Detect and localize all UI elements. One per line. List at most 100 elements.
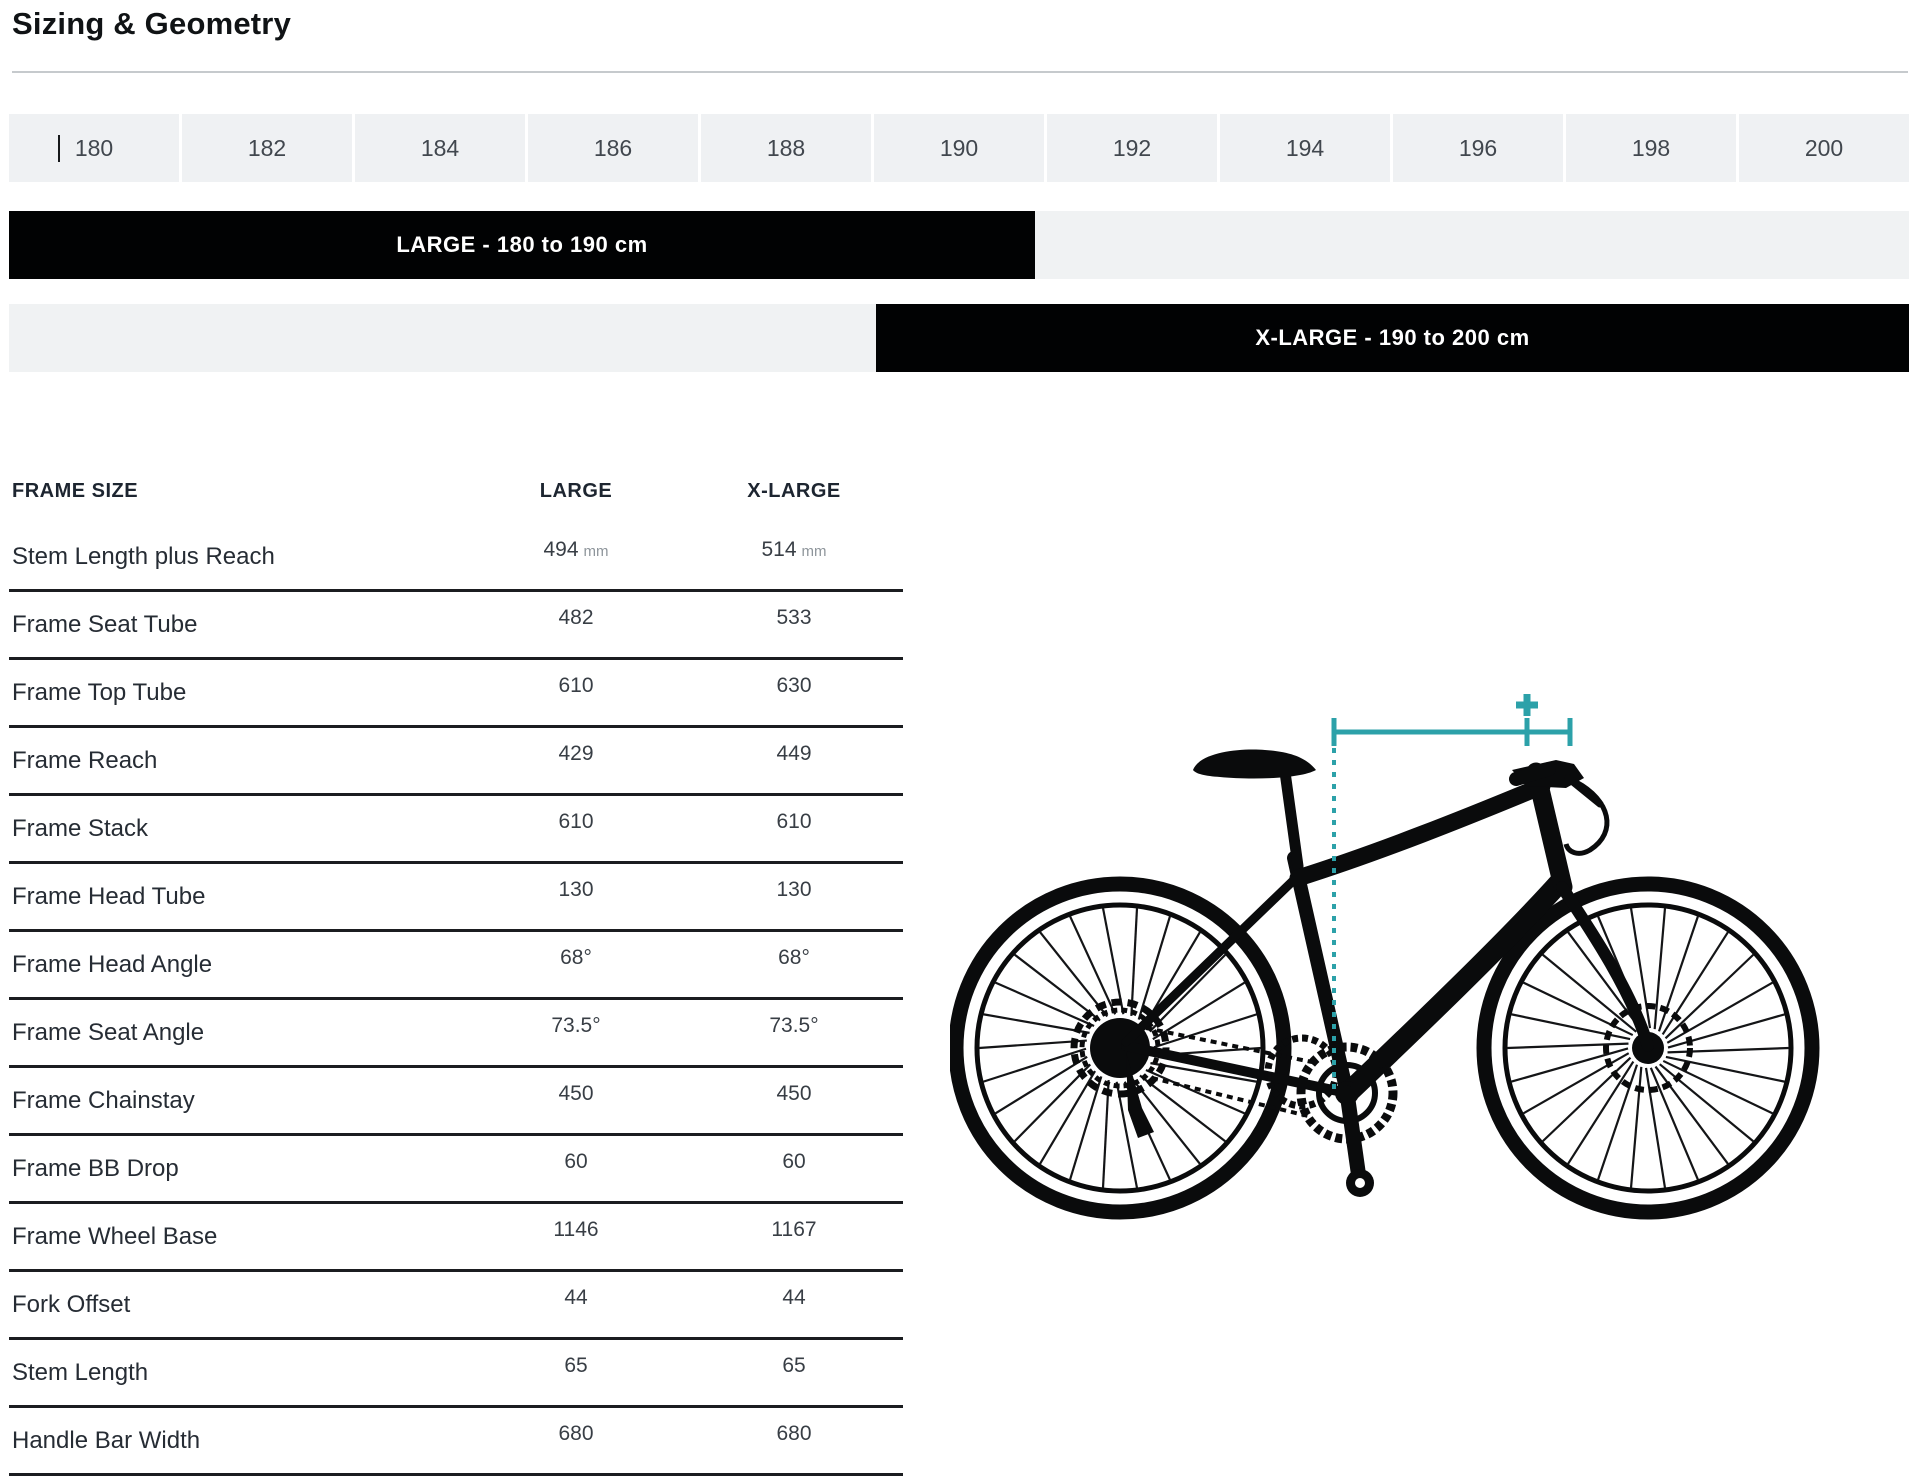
geometry-value-large: 610 [467,810,685,834]
size-band-large-label: LARGE - 180 to 190 cm [396,232,647,258]
geometry-value-large: 130 [467,878,685,902]
height-ruler[interactable]: 180 182 184 186 188 190 192 194 196 [9,114,1909,182]
geometry-value-xlarge: 610 [685,810,903,834]
ruler-tick-cell[interactable]: 192 [1047,114,1217,182]
ruler-tick-label: 196 [1459,135,1497,162]
geometry-row-label: Frame Chainstay [9,1087,467,1115]
geometry-value-large: 65 [467,1354,685,1378]
plus-marker-icon [1516,694,1538,716]
geometry-table-row: Frame Top Tube 610 630 [9,660,903,728]
geometry-row-label: Frame BB Drop [9,1155,467,1183]
geometry-table-row: Frame BB Drop 60 60 [9,1136,903,1204]
geometry-table-row: Frame Reach 429 449 [9,728,903,796]
geometry-table-body: Stem Length plus Reach 494mm 514mm Frame… [9,524,903,1476]
geometry-value-xlarge: 630 [685,674,903,698]
ruler-tick-label: 188 [767,135,805,162]
geometry-table-row: Handle Bar Width 680 680 [9,1408,903,1476]
geometry-value-xlarge: 68° [685,946,903,970]
geometry-row-label: Frame Stack [9,815,467,843]
geometry-value-xlarge: 449 [685,742,903,766]
geometry-table-header: FRAME SIZE LARGE X-LARGE [9,470,903,524]
geometry-table-row: Frame Wheel Base 1146 1167 [9,1204,903,1272]
geometry-table-row: Frame Chainstay 450 450 [9,1068,903,1136]
geometry-row-label: Handle Bar Width [9,1427,467,1455]
geometry-value-large: 68° [467,946,685,970]
geometry-value-large: 1146 [467,1218,685,1242]
ruler-tick-label: 182 [248,135,286,162]
seat-post [1285,772,1298,866]
geometry-value-large: 73.5° [467,1014,685,1038]
ruler-tick-cell[interactable]: 198 [1566,114,1736,182]
size-band-large[interactable]: LARGE - 180 to 190 cm [9,211,1035,279]
geometry-table-row: Frame Head Angle 68° 68° [9,932,903,1000]
geometry-value-large: 494mm [467,538,685,562]
brake-lever-icon [1568,778,1600,804]
geometry-value-large: 680 [467,1422,685,1446]
geometry-value-large: 482 [467,606,685,630]
ruler-tick-label: 200 [1805,135,1843,162]
geometry-value-xlarge: 514mm [685,538,903,562]
measurement-annotations [1334,694,1570,1090]
sizing-geometry-page: Sizing & Geometry 180 182 184 186 188 19… [0,0,1920,1482]
geometry-row-label: Frame Seat Tube [9,611,467,639]
page-title: Sizing & Geometry [12,6,291,42]
column-header-frame-size: FRAME SIZE [9,470,467,503]
geometry-value-large: 44 [467,1286,685,1310]
ruler-tick-cell[interactable]: 190 [874,114,1044,182]
size-band-xlarge[interactable]: X-LARGE - 190 to 200 cm [876,304,1909,372]
geometry-table-row: Frame Stack 610 610 [9,796,903,864]
column-header-large: LARGE [467,470,685,503]
ruler-cursor-tick[interactable] [58,135,60,162]
ruler-tick-cell[interactable]: 184 [355,114,525,182]
geometry-value-xlarge: 533 [685,606,903,630]
geometry-value-xlarge: 1167 [685,1218,903,1242]
geometry-value-xlarge: 73.5° [685,1014,903,1038]
geometry-table-row: Frame Seat Tube 482 533 [9,592,903,660]
geometry-value-xlarge: 65 [685,1354,903,1378]
geometry-value-xlarge: 44 [685,1286,903,1310]
ruler-tick-cell[interactable]: 182 [182,114,352,182]
geometry-row-label: Fork Offset [9,1291,467,1319]
pedal-hole [1355,1178,1365,1188]
geometry-row-label: Frame Reach [9,747,467,775]
geometry-value-xlarge: 130 [685,878,903,902]
geometry-table-row: Fork Offset 44 44 [9,1272,903,1340]
seat-tube [1294,858,1347,1093]
geometry-value-xlarge: 450 [685,1082,903,1106]
ruler-tick-cell[interactable]: 188 [701,114,871,182]
ruler-tick-cell[interactable]: 196 [1393,114,1563,182]
geometry-row-label: Frame Wheel Base [9,1223,467,1251]
size-band-row-xlarge: X-LARGE - 190 to 200 cm [9,304,1909,372]
ruler-tick-cell[interactable]: 186 [528,114,698,182]
geometry-value-large: 429 [467,742,685,766]
bike-geometry-diagram [950,680,1830,1265]
saddle [1193,750,1316,779]
ruler-tick-label: 184 [421,135,459,162]
size-band-xlarge-label: X-LARGE - 190 to 200 cm [1255,325,1529,351]
geometry-value-xlarge: 60 [685,1150,903,1174]
ruler-tick-label: 180 [75,135,113,162]
size-band-row-large: LARGE - 180 to 190 cm [9,211,1909,279]
geometry-value-large: 60 [467,1150,685,1174]
geometry-row-label: Frame Head Tube [9,883,467,911]
title-divider [12,71,1908,73]
ruler-tick-cell[interactable]: 180 [9,114,179,182]
geometry-value-large: 610 [467,674,685,698]
ruler-tick-label: 192 [1113,135,1151,162]
geometry-table-row: Stem Length plus Reach 494mm 514mm [9,524,903,592]
column-header-xlarge: X-LARGE [685,470,903,503]
geometry-row-label: Stem Length [9,1359,467,1387]
ruler-tick-label: 190 [940,135,978,162]
geometry-row-label: Frame Seat Angle [9,1019,467,1047]
ruler-tick-label: 186 [594,135,632,162]
ruler-tick-cell[interactable]: 194 [1220,114,1390,182]
head-tube [1536,772,1563,887]
geometry-table-row: Frame Seat Angle 73.5° 73.5° [9,1000,903,1068]
geometry-value-large: 450 [467,1082,685,1106]
geometry-row-label: Stem Length plus Reach [9,543,467,571]
geometry-table: FRAME SIZE LARGE X-LARGE Stem Length plu… [9,470,903,1476]
ruler-tick-cell[interactable]: 200 [1739,114,1909,182]
geometry-table-row: Stem Length 65 65 [9,1340,903,1408]
crank-arm [1347,1093,1359,1178]
geometry-table-row: Frame Head Tube 130 130 [9,864,903,932]
